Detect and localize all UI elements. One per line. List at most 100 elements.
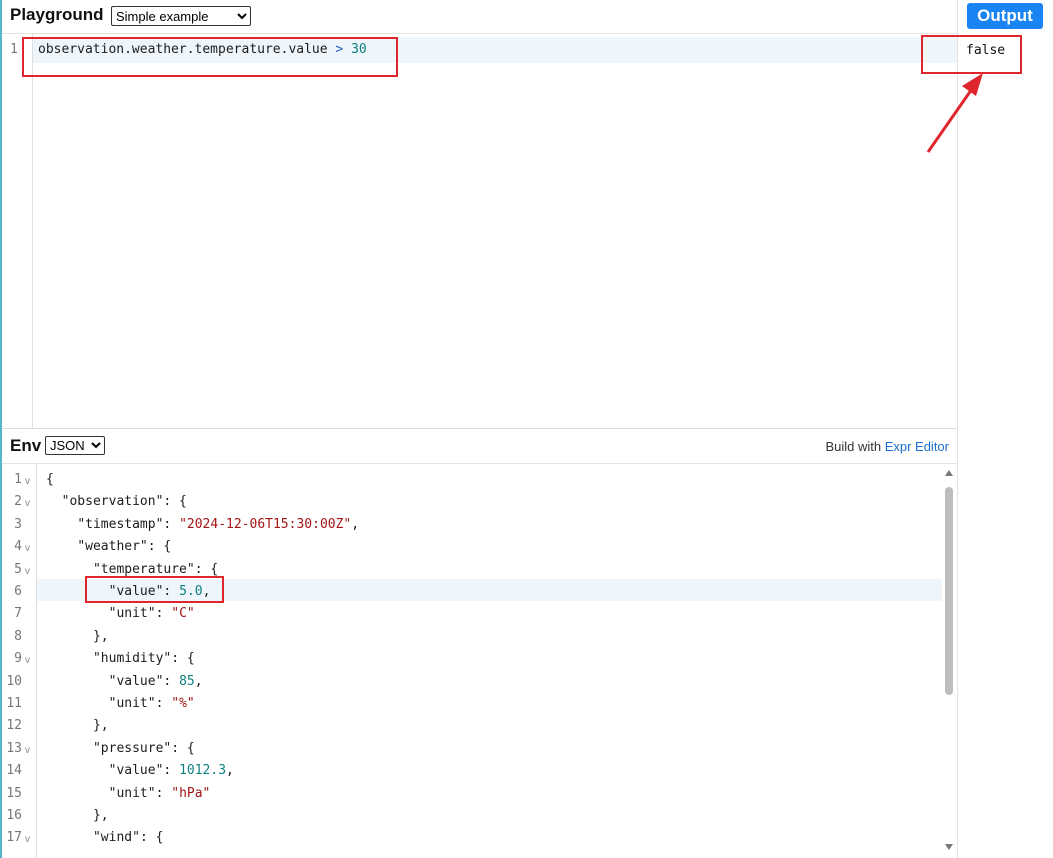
- json-string: "%": [171, 696, 195, 711]
- line-number: 14: [6, 763, 22, 778]
- punct: :: [155, 786, 172, 801]
- line-number: 1: [10, 42, 18, 57]
- punct: : {: [171, 651, 195, 666]
- code-line: },: [46, 718, 109, 733]
- line-number: 1: [14, 472, 22, 487]
- scroll-thumb[interactable]: [945, 487, 953, 695]
- playground-toolbar: Playground Simple example: [2, 0, 957, 34]
- code-line: "humidity": {: [46, 651, 195, 666]
- env-title: Env: [10, 436, 42, 455]
- punct: :: [163, 674, 180, 689]
- code-line: },: [46, 808, 109, 823]
- code-line: "value": 85,: [46, 674, 203, 689]
- env-format-select[interactable]: JSON: [45, 436, 105, 455]
- json-number: 1012.3: [179, 763, 227, 778]
- punct: },: [92, 808, 109, 823]
- punct: ,: [226, 763, 234, 778]
- code-line: },: [46, 629, 109, 644]
- fold-chevron-icon[interactable]: v: [25, 476, 30, 487]
- json-key: "unit": [108, 696, 156, 711]
- json-key: "wind": [92, 830, 140, 845]
- line-number: 13: [6, 741, 22, 756]
- line-number: 4: [14, 539, 22, 554]
- json-key: "unit": [108, 606, 156, 621]
- code-line: "timestamp": "2024-12-06T15:30:00Z",: [46, 517, 359, 532]
- line-number: 17: [6, 830, 22, 845]
- code-line: "wind": {: [46, 830, 163, 845]
- code-line: "unit": "C": [46, 606, 195, 621]
- json-scrollbar[interactable]: [942, 464, 957, 858]
- code-line: "value": 1012.3,: [46, 763, 234, 778]
- punct: : {: [147, 539, 172, 554]
- line-number: 3: [14, 517, 22, 532]
- code-line: "temperature": {: [46, 562, 218, 577]
- line-number: 6: [14, 584, 22, 599]
- json-key: "weather": [77, 539, 148, 554]
- json-key: "temperature": [92, 562, 195, 577]
- annotation-box-expression: [22, 37, 398, 77]
- code-line: "unit": "hPa": [46, 786, 211, 801]
- expression-gutter: 1: [2, 34, 33, 428]
- json-gutter: 1 v 2 v 3 4 v 5 v 6 7 8 9 v 10 11 12 13 v 14 15 16 17 v: [2, 464, 37, 858]
- scroll-down-arrow-icon[interactable]: [945, 844, 953, 850]
- code-line: "unit": "%": [46, 696, 195, 711]
- json-string: "C": [171, 606, 195, 621]
- line-number: 8: [14, 629, 22, 644]
- line-number: 12: [6, 718, 22, 733]
- punct: ,: [351, 517, 360, 532]
- example-select[interactable]: Simple example: [111, 6, 251, 26]
- fold-chevron-icon[interactable]: v: [25, 834, 30, 845]
- json-number: 85: [179, 674, 195, 689]
- output-button[interactable]: Output: [967, 3, 1043, 29]
- punct: :: [163, 763, 180, 778]
- brace: {: [46, 472, 54, 487]
- punct: : {: [194, 562, 219, 577]
- line-number: 10: [6, 674, 22, 689]
- punct: },: [92, 629, 109, 644]
- expression-editor[interactable]: 1 observation.weather.temperature.value …: [2, 34, 957, 429]
- env-toolbar: Env JSON Build with Expr Editor: [2, 429, 957, 464]
- fold-chevron-icon[interactable]: v: [25, 745, 30, 756]
- line-number: 15: [6, 786, 22, 801]
- scroll-up-arrow-icon[interactable]: [945, 470, 953, 476]
- fold-chevron-icon[interactable]: v: [25, 566, 30, 577]
- punct: },: [92, 718, 109, 733]
- output-pane: Output false: [957, 0, 1053, 858]
- json-key: "humidity": [92, 651, 172, 666]
- json-key: "value": [108, 763, 164, 778]
- json-key: "timestamp": [77, 517, 164, 532]
- annotation-box-value: [85, 576, 224, 603]
- code-line: "pressure": {: [46, 741, 195, 756]
- punct: :: [163, 517, 180, 532]
- json-key: "unit": [108, 786, 156, 801]
- code-line: "observation": {: [46, 494, 187, 509]
- punct: : {: [139, 830, 164, 845]
- line-number: 16: [6, 808, 22, 823]
- punct: : {: [163, 494, 187, 509]
- line-number: 2: [14, 494, 22, 509]
- punct: ,: [194, 674, 203, 689]
- line-number: 9: [14, 651, 22, 666]
- code-line: "weather": {: [46, 539, 171, 554]
- fold-chevron-icon[interactable]: v: [25, 655, 30, 666]
- json-key: "value": [108, 674, 164, 689]
- json-key: "pressure": [92, 741, 172, 756]
- code-line: {: [46, 472, 54, 487]
- annotation-box-output: [921, 35, 1022, 74]
- playground-title: Playground: [10, 5, 104, 24]
- json-string: "2024-12-06T15:30:00Z": [179, 517, 352, 532]
- build-with-credit: Build with Expr Editor: [825, 439, 949, 454]
- line-number: 7: [14, 606, 22, 621]
- json-string: "hPa": [171, 786, 211, 801]
- line-number: 5: [14, 562, 22, 577]
- fold-chevron-icon[interactable]: v: [25, 543, 30, 554]
- punct: :: [155, 606, 172, 621]
- line-number: 11: [6, 696, 22, 711]
- expr-editor-link[interactable]: Expr Editor: [885, 439, 949, 454]
- fold-chevron-icon[interactable]: v: [25, 498, 30, 509]
- punct: :: [155, 696, 172, 711]
- env-json-editor[interactable]: 1 v 2 v 3 4 v 5 v 6 7 8 9 v 10 11 12 13 v 14 15 16 17 v { "obse…: [2, 464, 957, 858]
- punct: : {: [171, 741, 195, 756]
- json-key: "observation": [61, 494, 164, 509]
- build-with-text: Build with: [825, 439, 885, 454]
